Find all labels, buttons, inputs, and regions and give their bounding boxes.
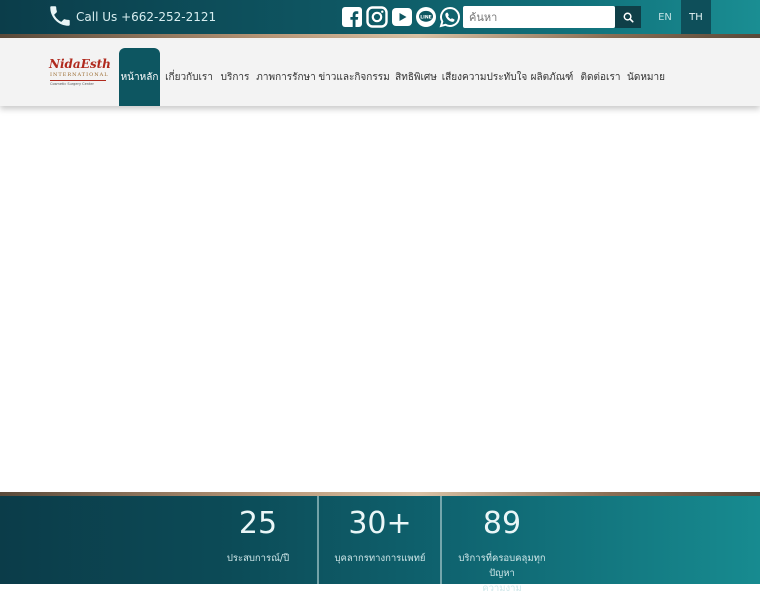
- stat-label: บุคลากรทางการแพทย์: [334, 553, 426, 564]
- instagram-icon[interactable]: [366, 6, 388, 28]
- logo[interactable]: NidaEsth INTERNATIONAL Cosmetic Surgery …: [47, 54, 111, 92]
- nav-item-testimonials[interactable]: เสียงความประทับใจ: [442, 48, 528, 106]
- search-input[interactable]: [463, 6, 615, 28]
- youtube-icon[interactable]: [391, 6, 413, 28]
- nav-item-services[interactable]: บริการ: [219, 48, 251, 106]
- stat-label-line-2: ความงาม: [482, 583, 522, 594]
- language-th[interactable]: TH: [681, 0, 711, 34]
- nav-item-appointment[interactable]: นัดหมาย: [627, 48, 665, 106]
- logo-subtitle: INTERNATIONAL: [50, 72, 109, 78]
- search-icon: [623, 12, 634, 23]
- stats-section: 25 ประสบการณ์/ปี 30+ บุคลากรทางการแพทย์ …: [0, 496, 760, 594]
- stat-divider: [440, 496, 442, 584]
- nav-item-about[interactable]: เกี่ยวกับเรา: [165, 48, 213, 106]
- phone-icon[interactable]: [47, 3, 73, 29]
- facebook-icon[interactable]: [341, 6, 363, 28]
- nav-item-products[interactable]: ผลิตภัณฑ์: [530, 48, 574, 106]
- logo-name: NidaEsth: [49, 57, 111, 71]
- nav-item-privileges[interactable]: สิทธิพิเศษ: [393, 48, 439, 106]
- stat-label-line-1: บริการที่ครอบคลุมทุกปัญหา: [458, 553, 546, 579]
- svg-text:LINE: LINE: [420, 14, 432, 20]
- stat-experience: 25 ประสบการณ์/ปี: [212, 496, 304, 584]
- stat-value: 89: [482, 506, 522, 541]
- stat-divider: [317, 496, 319, 584]
- nav-item-contact[interactable]: ติดต่อเรา: [580, 48, 621, 106]
- stat-services: 89 บริการที่ครอบคลุมทุกปัญหา ความงาม: [447, 496, 557, 594]
- nav-item-home[interactable]: หน้าหลัก: [119, 48, 160, 106]
- stat-value: 30+: [348, 506, 412, 541]
- stat-medical-staff: 30+ บุคลากรทางการแพทย์: [330, 496, 430, 584]
- nav-item-gallery[interactable]: ภาพการรักษา: [256, 48, 315, 106]
- logo-tagline: Cosmetic Surgery Center: [50, 82, 94, 86]
- logo-underline: [50, 80, 106, 81]
- stat-value: 25: [238, 506, 278, 541]
- language-en[interactable]: EN: [650, 0, 680, 34]
- main-navigation: NidaEsth INTERNATIONAL Cosmetic Surgery …: [0, 38, 760, 106]
- stat-label: ประสบการณ์/ปี: [226, 553, 290, 564]
- phone-number[interactable]: +662-252-2121: [121, 10, 216, 24]
- call-label: Call Us: [76, 10, 118, 24]
- nav-item-news[interactable]: ข่าวและกิจกรรม: [318, 48, 389, 106]
- line-icon[interactable]: LINE: [415, 6, 437, 28]
- stat-label: บริการที่ครอบคลุมทุกปัญหา ความงาม: [447, 551, 557, 596]
- search-button[interactable]: [615, 6, 641, 28]
- call-us-text[interactable]: Call Us +662-252-2121: [76, 10, 216, 24]
- whatsapp-icon[interactable]: [439, 6, 461, 28]
- top-bar: Call Us +662-252-2121 LINE EN TH: [0, 0, 760, 36]
